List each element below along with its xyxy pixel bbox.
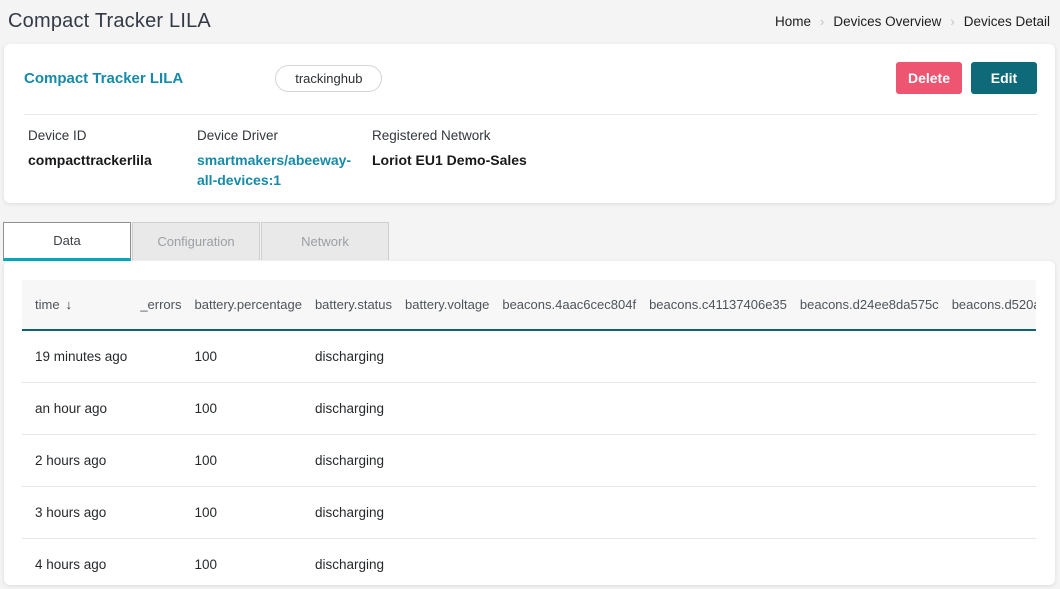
table-cell: 4 hours ago (22, 538, 127, 585)
table-cell: discharging (302, 538, 392, 585)
table-row: an hour ago 100discharging (22, 382, 1036, 434)
table-cell: 100 (182, 538, 302, 585)
table-cell (127, 382, 181, 434)
table-cell: 19 minutes ago (22, 330, 127, 382)
table-cell: discharging (302, 330, 392, 382)
breadcrumb-devices-overview[interactable]: Devices Overview (833, 14, 941, 29)
breadcrumb-separator-icon: › (820, 14, 824, 29)
table-cell: 100 (182, 486, 302, 538)
column-header-battery.status[interactable]: battery.status (302, 280, 392, 330)
table-cell (392, 382, 489, 434)
edit-button[interactable]: Edit (971, 62, 1037, 94)
page-title: Compact Tracker LILA (8, 10, 211, 33)
table-cell (127, 538, 181, 585)
table-cell (489, 538, 636, 585)
table-cell (636, 434, 787, 486)
registered-network-value: Loriot EU1 Demo-Sales (372, 150, 527, 170)
table-cell (787, 486, 939, 538)
breadcrumb-devices-detail: Devices Detail (964, 14, 1050, 29)
table-cell (489, 434, 636, 486)
table-cell (939, 330, 1036, 382)
table-cell (489, 486, 636, 538)
table-row: 3 hours ago 100discharging (22, 486, 1036, 538)
field-registered-network: Registered Network Loriot EU1 Demo-Sales (372, 128, 527, 190)
table-cell (127, 434, 181, 486)
table-cell: discharging (302, 434, 392, 486)
breadcrumb-home[interactable]: Home (775, 14, 811, 29)
table-cell (127, 486, 181, 538)
table-cell (636, 382, 787, 434)
breadcrumb-separator-icon: › (950, 14, 954, 29)
tab-configuration[interactable]: Configuration (132, 222, 260, 260)
table-cell (787, 434, 939, 486)
table-cell: 100 (182, 330, 302, 382)
table-cell: discharging (302, 382, 392, 434)
tab-network[interactable]: Network (261, 222, 389, 260)
data-table: time↓_errorsbattery.percentagebattery.st… (22, 280, 1036, 585)
device-id-label: Device ID (28, 128, 197, 143)
column-header-beacons.d520a31f8[interactable]: beacons.d520a31f8 (939, 280, 1036, 330)
table-cell (636, 486, 787, 538)
registered-network-label: Registered Network (372, 128, 527, 143)
data-panel: time↓_errorsbattery.percentagebattery.st… (4, 261, 1055, 585)
table-cell (939, 434, 1036, 486)
device-card-header: Compact Tracker LILA trackinghub Delete … (4, 44, 1055, 113)
column-header-beacons.c41137406e35[interactable]: beacons.c41137406e35 (636, 280, 787, 330)
table-cell (636, 538, 787, 585)
table-cell (787, 382, 939, 434)
device-card-body: Device ID compacttrackerlila Device Driv… (4, 113, 1055, 190)
column-header-_errors[interactable]: _errors (127, 280, 181, 330)
table-cell (636, 330, 787, 382)
table-row: 19 minutes ago 100discharging (22, 330, 1036, 382)
table-cell (939, 538, 1036, 585)
table-cell (787, 330, 939, 382)
tab-data[interactable]: Data (3, 222, 131, 261)
tab-bar: Data Configuration Network (3, 222, 390, 261)
breadcrumb: Home › Devices Overview › Devices Detail (775, 14, 1050, 29)
column-header-battery.percentage[interactable]: battery.percentage (182, 280, 302, 330)
column-header-beacons.4aac6cec804f[interactable]: beacons.4aac6cec804f (489, 280, 636, 330)
table-cell (392, 538, 489, 585)
device-driver-link[interactable]: smartmakers/abeeway-all-devices:1 (197, 150, 359, 190)
device-driver-label: Device Driver (197, 128, 372, 143)
device-name: Compact Tracker LILA (24, 70, 183, 87)
table-cell: 100 (182, 382, 302, 434)
table-row: 4 hours ago 100discharging (22, 538, 1036, 585)
table-cell: 3 hours ago (22, 486, 127, 538)
device-id-value: compacttrackerlila (28, 150, 197, 170)
delete-button[interactable]: Delete (896, 62, 962, 94)
table-cell (939, 486, 1036, 538)
sort-descending-icon: ↓ (66, 297, 73, 312)
top-bar: Compact Tracker LILA Home › Devices Over… (0, 0, 1060, 43)
table-cell: an hour ago (22, 382, 127, 434)
column-header-battery.voltage[interactable]: battery.voltage (392, 280, 489, 330)
table-cell (127, 330, 181, 382)
table-cell: discharging (302, 486, 392, 538)
field-device-driver: Device Driver smartmakers/abeeway-all-de… (197, 128, 372, 190)
table-cell (787, 538, 939, 585)
table-cell (392, 486, 489, 538)
table-cell (489, 330, 636, 382)
table-header-row: time↓_errorsbattery.percentagebattery.st… (22, 280, 1036, 330)
device-tag-badge: trackinghub (275, 65, 382, 92)
table-cell: 2 hours ago (22, 434, 127, 486)
column-header-time[interactable]: time↓ (22, 280, 127, 330)
table-cell: 100 (182, 434, 302, 486)
field-device-id: Device ID compacttrackerlila (28, 128, 197, 190)
data-table-wrap: time↓_errorsbattery.percentagebattery.st… (22, 280, 1036, 585)
table-cell (392, 434, 489, 486)
table-cell (489, 382, 636, 434)
table-cell (392, 330, 489, 382)
column-header-beacons.d24ee8da575c[interactable]: beacons.d24ee8da575c (787, 280, 939, 330)
table-cell (939, 382, 1036, 434)
table-row: 2 hours ago 100discharging (22, 434, 1036, 486)
device-summary-card: Compact Tracker LILA trackinghub Delete … (4, 44, 1055, 203)
